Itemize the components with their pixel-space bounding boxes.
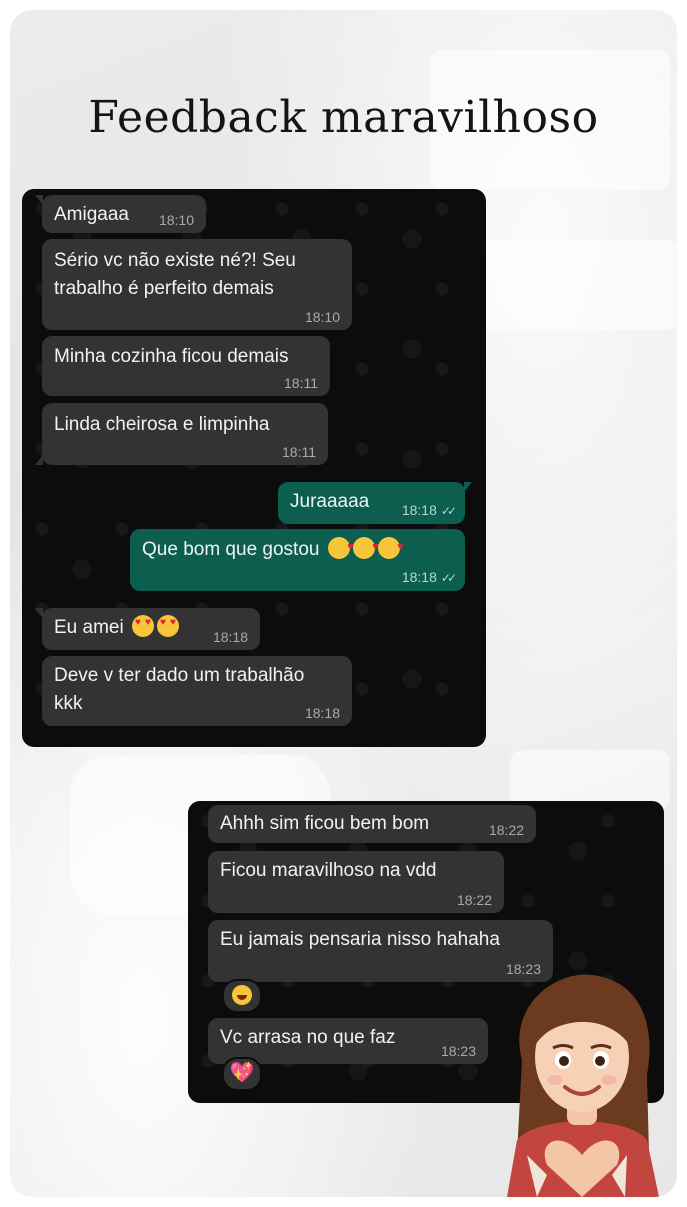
message-time: 18:18 ✓✓ [401, 568, 457, 587]
sparkling-heart-icon: 💖 [229, 1062, 255, 1084]
reaction-badge[interactable] [222, 979, 262, 1013]
message-time: 18:22 [456, 892, 492, 908]
heart-eyes-icon [131, 615, 154, 637]
message-bubble: Linda cheirosa e limpinha 18:11 [35, 403, 328, 465]
message-time: 18:18 [304, 705, 340, 721]
reaction-badge[interactable]: 💖 [222, 1057, 262, 1091]
message-text: Linda cheirosa e limpinha [54, 414, 270, 435]
heart-eyes-icon [156, 615, 179, 637]
memoji-avatar [507, 974, 659, 1197]
message-text: Vc arrasa no que faz [220, 1027, 396, 1048]
smiling-face-with-hearts-icon [352, 533, 379, 561]
message-time: 18:11 [282, 444, 316, 460]
smiling-face-with-hearts-icon [377, 533, 404, 561]
message-time-value: 18:18 [401, 569, 437, 585]
message-bubble: Eu amei 18:18 [35, 608, 260, 650]
message-text: Eu jamais pensaria nisso hahaha [220, 929, 500, 950]
message-bubble: Ficou maravilhoso na vdd 18:22 [208, 851, 504, 913]
message-text: Deve v ter dado um trabalhão kkk [54, 665, 305, 714]
message-bubble: Amigaaa 18:10 [35, 195, 206, 233]
message-time: 18:10 [158, 212, 194, 228]
message-time: 18:23 [440, 1043, 476, 1059]
message-text: Minha cozinha ficou demais [54, 346, 289, 367]
story-card: Feedback maravilhoso Amigaaa 18:10 Sério… [10, 10, 677, 1197]
message-text: Ahhh sim ficou bem bom [220, 813, 430, 834]
message-bubble: Deve v ter dado um trabalhão kkk 18:18 [42, 656, 352, 726]
smiling-face-with-hearts-icon [327, 533, 354, 561]
message-time: 18:18 [212, 629, 248, 645]
message-text: Que bom que gostou [142, 533, 453, 564]
message-bubble: Minha cozinha ficou demais 18:11 [42, 336, 330, 396]
message-time: 18:10 [304, 309, 340, 325]
message-bubble: Sério vc não existe né?! Seu trabalho é … [42, 239, 352, 330]
message-bubble-sent: Juraaaaa 18:18 ✓✓ [278, 482, 472, 524]
message-time-value: 18:18 [401, 502, 437, 518]
background-shelf [480, 240, 677, 330]
message-text-value: Eu amei [54, 617, 124, 638]
chat-screenshot-1: Amigaaa 18:10 Sério vc não existe né?! S… [22, 189, 486, 747]
message-text: Ficou maravilhoso na vdd [220, 860, 437, 881]
message-time: 18:22 [488, 822, 524, 838]
message-time: 18:11 [284, 375, 318, 391]
tears-of-joy-icon [232, 985, 252, 1005]
double-check-icon: ✓✓ [440, 504, 457, 518]
message-bubble: Ahhh sim ficou bem bom 18:22 [208, 805, 536, 843]
double-check-icon: ✓✓ [440, 571, 457, 585]
message-text-value: Que bom que gostou [142, 539, 320, 560]
message-time: 18:18 ✓✓ [401, 501, 457, 520]
message-text: Sério vc não existe né?! Seu trabalho é … [54, 250, 296, 299]
message-bubble-sent: Que bom que gostou 18:18✓✓ [130, 529, 465, 591]
page-title: Feedback maravilhoso [88, 92, 599, 143]
